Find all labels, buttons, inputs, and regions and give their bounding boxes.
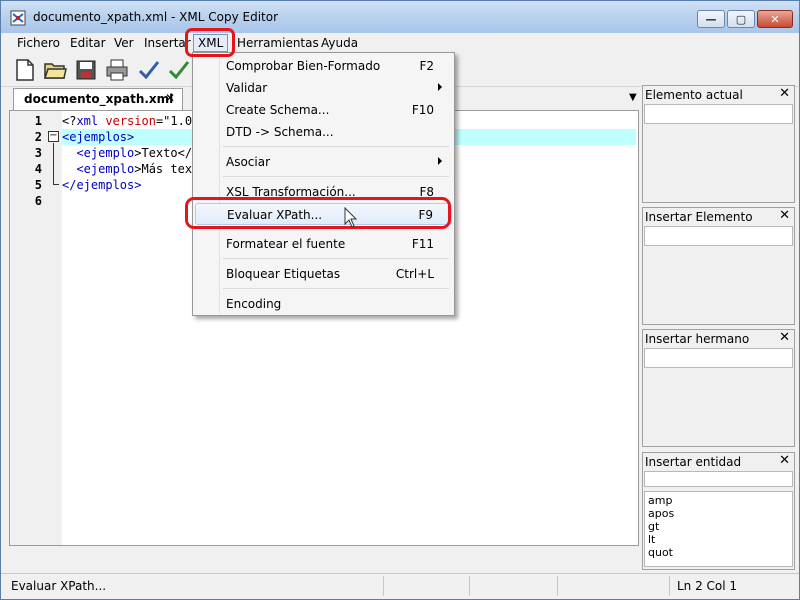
- menu-item-xsl-transformacion[interactable]: XSL Transformación... F8: [193, 181, 454, 203]
- status-bar: Evaluar XPath... Ln 2 Col 1: [1, 573, 799, 599]
- panel-insertar-elemento: Insertar Elemento ✕: [642, 207, 795, 325]
- submenu-arrow-icon: [438, 83, 442, 91]
- list-item[interactable]: lt: [645, 533, 792, 546]
- menu-item-create-schema[interactable]: Create Schema... F10: [193, 99, 454, 121]
- close-panel-icon[interactable]: ✕: [779, 330, 790, 345]
- panel-insertar-hermano: Insertar hermano ✕: [642, 329, 795, 447]
- close-window-button[interactable]: ✕: [757, 10, 793, 28]
- menu-item-asociar[interactable]: Asociar: [193, 151, 454, 173]
- menu-editar[interactable]: Editar: [70, 36, 106, 50]
- menu-xml[interactable]: XML: [193, 34, 229, 52]
- minimize-button[interactable]: —: [697, 10, 725, 28]
- menu-ayuda[interactable]: Ayuda: [321, 36, 358, 50]
- xml-copy-editor-icon: [10, 10, 26, 26]
- validate-icon[interactable]: [167, 58, 191, 82]
- panel-elemento-actual: Elemento actual ✕: [642, 85, 795, 203]
- submenu-arrow-icon: [438, 157, 442, 165]
- tab-label: documento_xpath.xml: [24, 92, 174, 106]
- menu-item-dtd-to-schema[interactable]: DTD -> Schema...: [193, 121, 454, 143]
- close-tab-icon[interactable]: ✕: [165, 91, 175, 105]
- status-divider: [469, 576, 470, 596]
- cursor-position: Ln 2 Col 1: [677, 579, 738, 593]
- tab-list-dropdown-icon[interactable]: ▼: [629, 92, 637, 103]
- close-panel-icon[interactable]: ✕: [779, 453, 790, 468]
- code-line-5: </ejemplos>: [62, 178, 142, 192]
- menu-item-bloquear-etiquetas[interactable]: Bloquear Etiquetas Ctrl+L: [193, 263, 454, 285]
- line-number: 4: [34, 162, 42, 176]
- menu-herramientas[interactable]: Herramientas: [237, 36, 319, 50]
- line-number: 1: [34, 114, 42, 128]
- menu-item-validar[interactable]: Validar: [193, 77, 454, 99]
- fold-toggle-icon[interactable]: −: [48, 131, 59, 142]
- menu-separator: [223, 176, 449, 177]
- check-wellformed-icon[interactable]: [137, 58, 161, 82]
- line-number: 6: [34, 194, 42, 208]
- status-divider: [669, 576, 670, 596]
- entity-list[interactable]: amp apos gt lt quot: [644, 491, 793, 567]
- insertar-elemento-field[interactable]: [644, 226, 793, 246]
- title-bar[interactable]: documento_xpath.xml - XML Copy Editor — …: [1, 1, 799, 33]
- print-icon[interactable]: [105, 58, 129, 82]
- save-icon[interactable]: [74, 58, 98, 82]
- panel-insertar-entidad: Insertar entidad ✕ amp apos gt lt quot: [642, 452, 795, 570]
- elemento-actual-field[interactable]: [644, 104, 793, 124]
- insertar-entidad-field[interactable]: [644, 471, 793, 487]
- list-item[interactable]: gt: [645, 520, 792, 533]
- list-item[interactable]: quot: [645, 546, 792, 559]
- status-text: Evaluar XPath...: [11, 579, 107, 593]
- code-line-1: <?xml version="1.0": [62, 114, 200, 128]
- menu-item-evaluar-xpath[interactable]: Evaluar XPath... F9: [195, 203, 452, 225]
- menu-separator: [223, 146, 449, 147]
- menu-separator: [223, 288, 449, 289]
- menu-item-comprobar-bien-formado[interactable]: Comprobar Bien-Formado F2: [193, 55, 454, 77]
- new-document-icon[interactable]: [13, 58, 37, 82]
- status-divider: [557, 576, 558, 596]
- line-number: 3: [34, 146, 42, 160]
- app-window: documento_xpath.xml - XML Copy Editor — …: [0, 0, 800, 600]
- fold-line: [53, 143, 54, 185]
- insertar-hermano-field[interactable]: [644, 348, 793, 368]
- mouse-pointer-icon: [344, 207, 358, 228]
- xml-dropdown-menu: Comprobar Bien-Formado F2 Validar Create…: [192, 52, 455, 316]
- close-panel-icon[interactable]: ✕: [779, 208, 790, 223]
- fold-end-marker: [53, 184, 59, 185]
- menu-insertar[interactable]: Insertar: [144, 36, 191, 50]
- menu-ver[interactable]: Ver: [114, 36, 134, 50]
- menu-separator: [223, 228, 449, 229]
- open-folder-icon[interactable]: [43, 58, 67, 82]
- menu-item-formatear-fuente[interactable]: Formatear el fuente F11: [193, 233, 454, 255]
- code-line-3: <ejemplo>Texto</: [62, 146, 193, 160]
- menu-separator: [223, 258, 449, 259]
- list-item[interactable]: amp: [645, 494, 792, 507]
- window-title: documento_xpath.xml - XML Copy Editor: [33, 10, 279, 24]
- maximize-button[interactable]: ▢: [727, 10, 755, 28]
- line-number: 2: [34, 130, 42, 144]
- list-item[interactable]: apos: [645, 507, 792, 520]
- menu-item-encoding[interactable]: Encoding: [193, 293, 454, 315]
- code-line-2: <ejemplos>: [62, 130, 135, 144]
- close-panel-icon[interactable]: ✕: [779, 86, 790, 101]
- line-number: 5: [34, 178, 42, 192]
- tab-documento-xpath[interactable]: documento_xpath.xml ✕: [13, 88, 183, 110]
- line-number-gutter: 1 2 3 4 5 6 −: [10, 111, 62, 545]
- status-divider: [383, 576, 384, 596]
- menu-fichero[interactable]: Fichero: [17, 36, 60, 50]
- menu-bar: Fichero Editar Ver Insertar XML Herramie…: [1, 33, 799, 53]
- code-line-4: <ejemplo>Más tex: [62, 162, 193, 176]
